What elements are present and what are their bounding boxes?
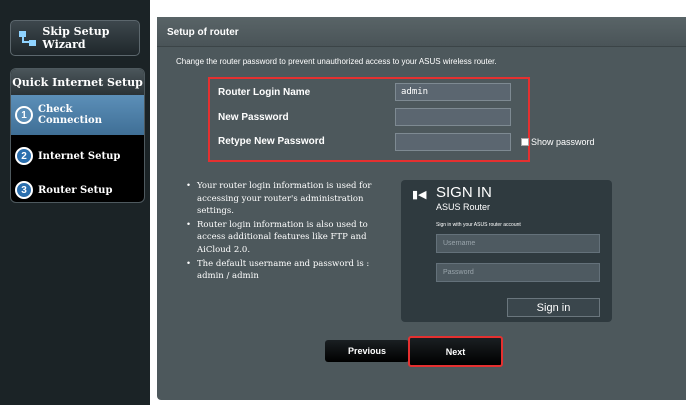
step-label: Check Connection [38,104,102,126]
sidebar: Skip Setup Wizard Quick Internet Setup 1… [0,0,150,405]
info-item: Router login information is also used to… [186,219,396,257]
skip-setup-wizard-label: Skip Setup Wizard [42,25,110,51]
step-check-connection[interactable]: 1 Check Connection [11,95,144,135]
setup-wizard-frame: Skip Setup Wizard Quick Internet Setup 1… [0,0,686,405]
signin-hint: Sign in with your ASUS router account [436,222,521,228]
page-title: Setup of router [167,27,239,38]
retype-password-label: Retype New Password [218,136,325,147]
signin-username-input[interactable]: Username [436,234,600,253]
signin-subtitle: ASUS Router [436,202,491,212]
page-description: Change the router password to prevent un… [176,57,497,66]
signin-title: SIGN IN [436,184,492,201]
step-number-icon: 3 [15,181,33,199]
info-list: Your router login information is used fo… [186,180,396,284]
previous-button[interactable]: Previous [325,340,409,362]
step-label: Router Setup [38,184,113,196]
info-item: The default username and password is : a… [186,258,396,283]
router-login-name-label: Router Login Name [218,87,311,98]
router-login-name-input[interactable] [395,83,511,101]
show-password-checkbox[interactable] [521,138,529,146]
info-item: Your router login information is used fo… [186,180,396,218]
step-router-setup[interactable]: 3 Router Setup [11,173,144,202]
new-password-input[interactable] [395,108,511,126]
quick-internet-setup-title: Quick Internet Setup [11,69,144,95]
new-password-label: New Password [218,112,289,123]
step-label: Internet Setup [38,150,121,162]
step-internet-setup[interactable]: 2 Internet Setup [11,139,144,173]
show-password-toggle[interactable]: Show password [521,137,595,147]
login-door-icon: ▮◀ [412,189,427,201]
skip-setup-wizard-button[interactable]: Skip Setup Wizard [10,20,140,56]
signin-button[interactable]: Sign in [507,298,600,317]
signin-panel: ▮◀ SIGN IN ASUS Router Sign in with your… [401,180,612,322]
quick-internet-setup-panel: Quick Internet Setup 1 Check Connection … [10,68,145,203]
retype-password-input[interactable] [395,133,511,151]
show-password-label: Show password [531,137,595,147]
next-button[interactable]: Next [408,336,503,367]
step-number-icon: 2 [15,147,33,165]
step-number-icon: 1 [15,106,33,124]
signin-password-input[interactable]: Password [436,263,600,282]
network-icon [19,30,36,46]
